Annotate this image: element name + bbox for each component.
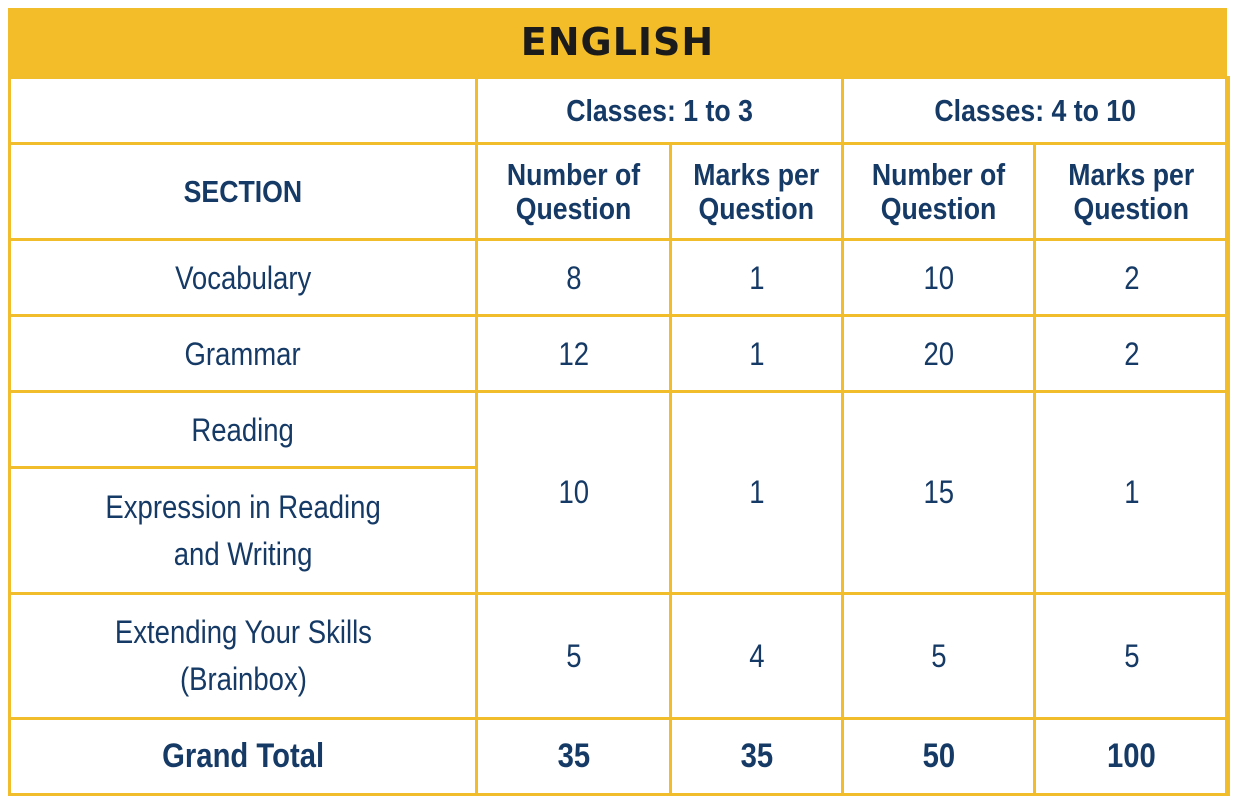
table-outer-border	[8, 8, 1227, 796]
